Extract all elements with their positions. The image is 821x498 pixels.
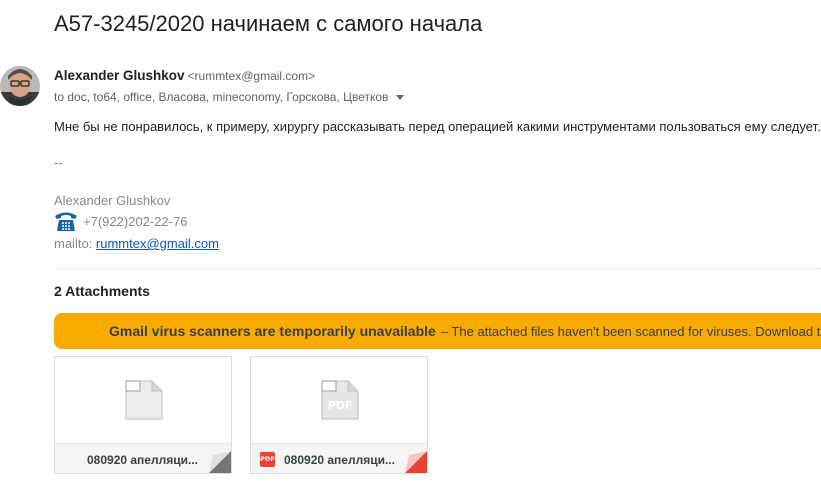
email-subject: А57-3245/2020 начинаем с самого начала xyxy=(54,11,483,36)
signature-phone-line: +7(922)202-22-76 xyxy=(54,210,187,232)
signature-mail-prefix: mailto: xyxy=(54,236,96,251)
telephone-icon xyxy=(54,210,78,232)
sender-avatar[interactable] xyxy=(0,66,40,106)
show-details-chevron-icon[interactable] xyxy=(396,94,405,100)
sender-line: Alexander Glushkov <rummtex@gmail.com> xyxy=(54,68,315,83)
sender-name[interactable]: Alexander Glushkov xyxy=(54,68,185,83)
sender-email: <rummtex@gmail.com> xyxy=(187,69,316,83)
attachment-preview[interactable]: PDF xyxy=(251,357,427,444)
attachment-preview[interactable] xyxy=(55,357,231,444)
generic-file-icon xyxy=(125,380,163,420)
warning-title: Gmail virus scanners are temporarily una… xyxy=(109,323,436,339)
attachment-card[interactable]: PDF PDF 080920 апелляци... xyxy=(250,356,428,474)
pdf-file-icon: PDF xyxy=(321,380,359,420)
signature-phone: +7(922)202-22-76 xyxy=(83,213,188,229)
signature-mail-link[interactable]: rummtex@gmail.com xyxy=(96,236,219,251)
attachment-card[interactable]: 080920 апелляци... xyxy=(54,356,232,474)
file-corner-icon xyxy=(209,451,231,473)
attachments-divider xyxy=(54,268,821,269)
recipients-line[interactable]: to doc, to64, office, Власова, mineconom… xyxy=(54,90,405,104)
message-body: Мне бы не понравилось, к примеру, хирург… xyxy=(54,119,821,134)
attachments-header: 2 Attachments xyxy=(54,283,150,299)
warning-text: – The attached files haven't been scanne… xyxy=(440,323,821,339)
signature-separator: -- xyxy=(54,155,63,170)
attachment-filename: 080920 апелляци... xyxy=(87,453,198,467)
virus-scan-warning-banner: Gmail virus scanners are temporarily una… xyxy=(54,313,821,349)
svg-text:PDF: PDF xyxy=(328,399,353,412)
pdf-icon: PDF xyxy=(260,452,275,467)
signature-mail-line: mailto: rummtex@gmail.com xyxy=(54,236,219,251)
recipients-text: to doc, to64, office, Власова, mineconom… xyxy=(54,90,389,104)
file-corner-icon xyxy=(405,451,427,473)
attachment-filename: 080920 апелляци... xyxy=(284,453,395,467)
signature-name: Alexander Glushkov xyxy=(54,193,171,208)
